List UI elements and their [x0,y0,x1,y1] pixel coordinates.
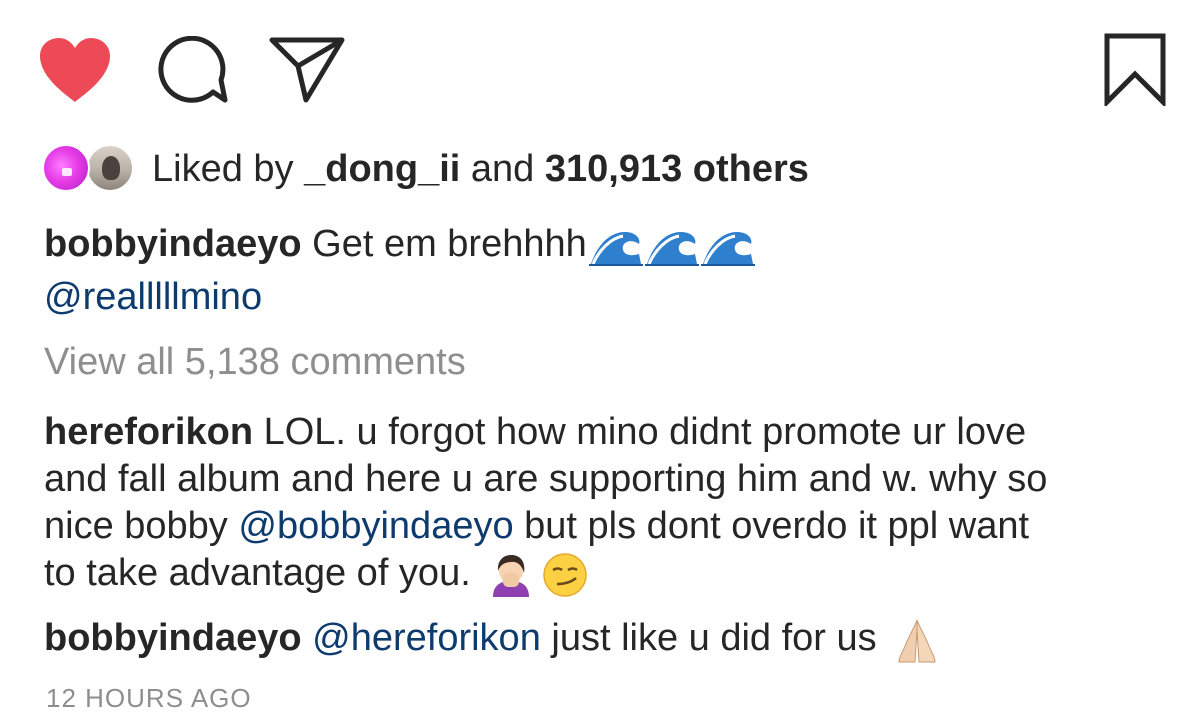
view-all-comments-link[interactable]: View all 5,138 comments [44,339,466,385]
likes-joiner: and [460,148,545,190]
comment-mention-link[interactable]: @hereforikon [312,617,541,659]
post-timestamp: 12 HOURS AGO [46,683,252,713]
speech-bubble-icon[interactable] [157,36,229,106]
comment-username-link[interactable]: hereforikon [44,411,253,453]
caption-username-link[interactable]: bobbyindaeyo [44,223,302,265]
caption: bobbyindaeyo Get em brehhhh [44,221,755,267]
comment-line: to take advantage of you. [44,550,1184,599]
comment-item: hereforikon LOL. u forgot how mino didnt… [44,409,1184,599]
liker-avatars[interactable] [42,144,142,194]
facepalm-woman-emoji [493,554,530,597]
folded-hands-emoji [898,619,936,663]
likes-summary: Liked by _dong_ii and 310,913 others [152,146,809,192]
avatar [42,144,90,192]
paper-plane-icon[interactable] [268,34,346,104]
comment-text: just like u did for us [540,617,888,659]
wave-emoji [700,231,755,266]
liker-username-link[interactable]: _dong_ii [304,148,460,190]
post-detail: Liked by _dong_ii and 310,913 others bob… [0,0,1200,713]
comment-mention-link[interactable]: @bobbyindaeyo [238,505,513,547]
likes-row: Liked by _dong_ii and 310,913 others [42,143,809,195]
comment-line: hereforikon LOL. u forgot how mino didnt… [44,409,1184,456]
comment-text: nice bobby [44,505,239,547]
wave-emoji [588,231,643,266]
caption-mention-link[interactable]: @realllllmino [44,274,262,320]
smirk-emoji [543,553,588,597]
comment-item: bobbyindaeyo @hereforikon just like u di… [44,615,941,664]
caption-text: Get em brehhhh [301,223,587,265]
wave-emoji [644,231,699,266]
action-bar [0,0,1200,110]
comment-line: and fall album and here u are supporting… [44,458,1048,500]
likes-count-link[interactable]: 310,913 others [545,148,809,190]
comment-text: but pls dont overdo it ppl want [513,505,1030,547]
heart-filled-icon[interactable] [38,36,112,104]
comment-text: to take advantage of you. [44,552,482,594]
bookmark-icon[interactable] [1103,32,1167,106]
comment-username-link[interactable]: bobbyindaeyo [44,617,302,659]
avatar [86,144,134,192]
likes-prefix: Liked by [152,148,305,190]
comment-line: nice bobby @bobbyindaeyo but pls dont ov… [44,503,1184,550]
comment-text: LOL. u forgot how mino didnt promote ur … [253,411,1027,453]
